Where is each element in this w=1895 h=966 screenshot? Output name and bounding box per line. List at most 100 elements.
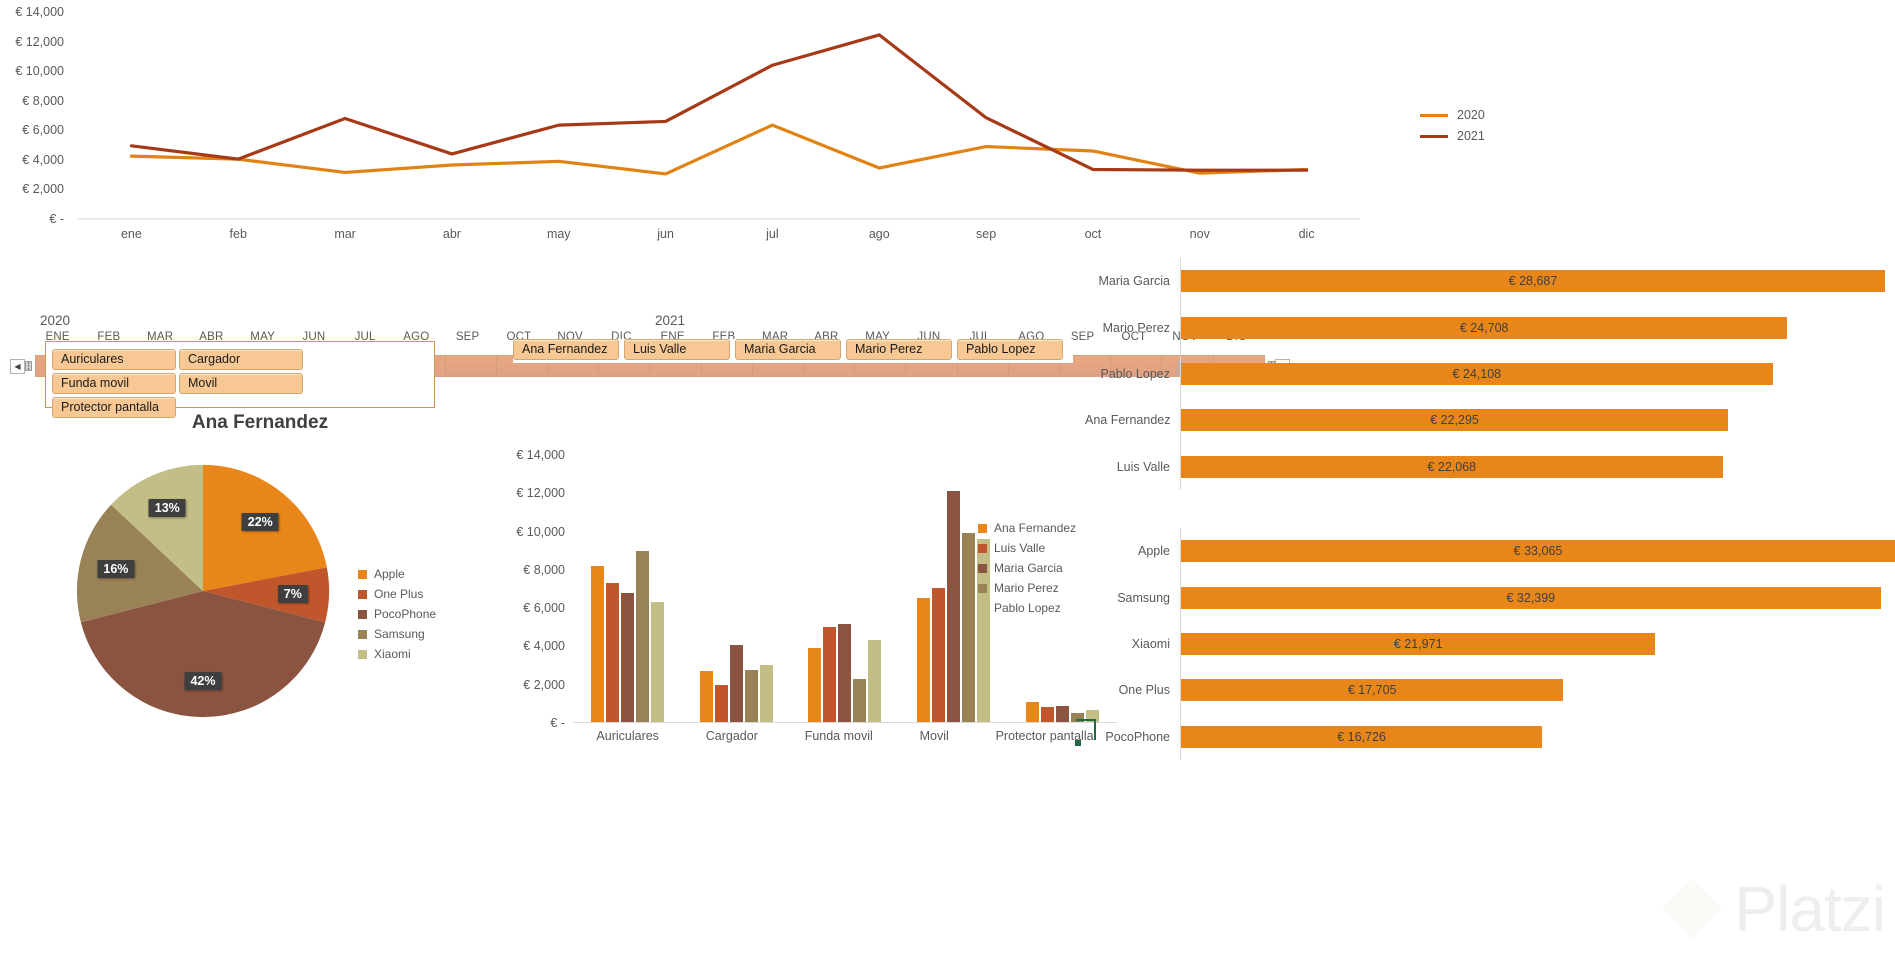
monthly-sales-line-chart[interactable]: € 14,000 € 12,000 € 10,000 € 8,000 € 6,000 € … bbox=[0, 0, 1360, 250]
column-bar[interactable] bbox=[1041, 707, 1055, 722]
line-chart-svg bbox=[78, 0, 1360, 220]
column-bar[interactable] bbox=[838, 624, 852, 722]
legend-swatch-icon bbox=[1420, 113, 1448, 117]
sales-by-person-category-label: Ana Fernandez bbox=[1085, 413, 1171, 428]
line-chart-x-tick: ene bbox=[120, 227, 142, 241]
column-bar[interactable] bbox=[1056, 706, 1070, 722]
brand-share-pie-chart[interactable]: Ana Fernandez 22% 7% 42% 16% 13% Apple One Pl… bbox=[40, 408, 480, 798]
column-legend-item[interactable]: Luis Valle bbox=[978, 538, 1076, 558]
sales-by-brand-bar[interactable]: € 17,705 bbox=[1181, 679, 1564, 702]
legend-swatch-icon bbox=[358, 609, 367, 619]
column-bar[interactable] bbox=[808, 647, 822, 722]
pie-legend-item[interactable]: Samsung bbox=[358, 624, 436, 644]
column-chart-x-label: Funda movil bbox=[804, 729, 873, 743]
timeline-left-handle[interactable] bbox=[25, 361, 32, 371]
sales-by-brand-bar[interactable]: € 33,065 bbox=[1181, 540, 1895, 563]
salesperson-slicer[interactable]: Ana Fernandez Luis Valle Maria Garcia Mario… bbox=[513, 339, 1073, 363]
line-chart-plot bbox=[78, 0, 1360, 250]
line-legend-item[interactable]: 2020 bbox=[1420, 105, 1485, 125]
timeline-month-label[interactable]: SEP bbox=[456, 331, 480, 343]
sales-by-person-category-label: Luis Valle bbox=[1116, 459, 1170, 474]
column-bar[interactable] bbox=[620, 593, 634, 722]
line-chart-x-tick: feb bbox=[229, 227, 247, 241]
salesperson-slicer-items: Ana Fernandez Luis Valle Maria Garcia Mario… bbox=[513, 339, 1073, 360]
line-chart-x-tick: sep bbox=[976, 227, 997, 241]
salesperson-slicer-item-mario-perez[interactable]: Mario Perez bbox=[846, 339, 952, 360]
sales-by-person-category-label: Maria Garcia bbox=[1098, 274, 1170, 289]
sales-by-person-row: Maria Garcia € 28,687 bbox=[1085, 258, 1885, 305]
sales-by-brand-bar-chart[interactable]: Apple € 33,065 Samsung € 32,399 Xiaomi € 21,9… bbox=[1085, 528, 1895, 760]
sales-by-person-track: € 22,295 bbox=[1180, 397, 1885, 444]
sales-by-person-bar[interactable]: € 24,708 bbox=[1181, 316, 1788, 339]
sales-by-person-bar[interactable]: € 24,108 bbox=[1181, 362, 1773, 385]
sales-by-brand-bar[interactable]: € 32,399 bbox=[1181, 586, 1881, 609]
sales-by-brand-row: Apple € 33,065 bbox=[1085, 528, 1895, 575]
salesperson-slicer-item-maria-garcia[interactable]: Maria Garcia bbox=[735, 339, 841, 360]
sales-by-person-bar[interactable]: € 28,687 bbox=[1181, 270, 1885, 293]
legend-label: Mario Perez bbox=[994, 581, 1059, 595]
product-slicer-item-cargador[interactable]: Cargador bbox=[179, 349, 303, 370]
sales-by-person-bar-chart[interactable]: Maria Garcia € 28,687 Mario Perez € 24,708 P… bbox=[1085, 258, 1885, 490]
column-chart-y-tick: € 4,000 bbox=[523, 639, 565, 654]
column-bar[interactable] bbox=[917, 597, 931, 722]
column-legend-item[interactable]: Pablo Lopez bbox=[978, 598, 1076, 618]
column-chart-y-tick: € 12,000 bbox=[516, 486, 565, 501]
pie-data-label: 16% bbox=[97, 559, 135, 578]
line-chart-x-tick: mar bbox=[334, 227, 356, 241]
column-bar[interactable] bbox=[868, 640, 882, 722]
salesperson-slicer-item-luis-valle[interactable]: Luis Valle bbox=[624, 339, 730, 360]
timeline-year-label: 2020 bbox=[40, 313, 71, 328]
sales-by-person-row: Luis Valle € 22,068 bbox=[1085, 443, 1885, 490]
column-bar[interactable] bbox=[932, 587, 946, 722]
column-bar[interactable] bbox=[744, 669, 758, 722]
sales-by-brand-track: € 21,971 bbox=[1180, 620, 1895, 668]
column-bar[interactable] bbox=[605, 583, 619, 722]
column-legend-item[interactable]: Ana Fernandez bbox=[978, 518, 1076, 538]
line-chart-x-tick: nov bbox=[1189, 227, 1210, 241]
salesperson-slicer-item-pablo-lopez[interactable]: Pablo Lopez bbox=[957, 339, 1063, 360]
timeline-prev-button[interactable]: ◀ bbox=[10, 358, 25, 374]
product-slicer[interactable]: Auriculares Cargador Funda movil Movil Prote… bbox=[45, 341, 435, 418]
line-legend-item[interactable]: 2021 bbox=[1420, 126, 1485, 146]
sales-by-person-bar[interactable]: € 22,068 bbox=[1181, 455, 1723, 478]
line-chart-y-tick: € 8,000 bbox=[22, 93, 64, 108]
legend-label: Apple bbox=[374, 567, 405, 581]
column-bar[interactable] bbox=[729, 645, 743, 722]
product-slicer-item-auriculares[interactable]: Auriculares bbox=[52, 349, 176, 370]
column-bar[interactable] bbox=[759, 665, 773, 722]
pie-legend-item[interactable]: Apple bbox=[358, 564, 436, 584]
sales-by-person-track: € 22,068 bbox=[1180, 443, 1885, 490]
column-bar[interactable] bbox=[699, 671, 713, 722]
product-slicer-item-movil[interactable]: Movil bbox=[179, 373, 303, 394]
column-chart-y-tick: € 8,000 bbox=[523, 562, 565, 577]
legend-swatch-icon bbox=[358, 569, 367, 579]
sales-by-brand-row: PocoPhone € 16,726 bbox=[1085, 713, 1895, 760]
line-chart-x-tick: abr bbox=[442, 227, 461, 241]
sales-by-person-bar[interactable]: € 22,295 bbox=[1181, 409, 1729, 432]
legend-swatch-icon bbox=[978, 523, 987, 533]
pie-legend-item[interactable]: PocoPhone bbox=[358, 604, 436, 624]
column-bar[interactable] bbox=[650, 602, 664, 722]
column-bar[interactable] bbox=[714, 684, 728, 722]
column-bar[interactable] bbox=[823, 626, 837, 722]
product-slicer-item-funda-movil[interactable]: Funda movil bbox=[52, 373, 176, 394]
column-bar[interactable] bbox=[1026, 701, 1040, 722]
column-bar[interactable] bbox=[635, 550, 649, 722]
sales-by-brand-track: € 33,065 bbox=[1180, 528, 1895, 575]
column-bar[interactable] bbox=[853, 678, 867, 722]
pie-legend-item[interactable]: Xiaomi bbox=[358, 644, 436, 664]
column-chart-y-tick: € 2,000 bbox=[523, 677, 565, 692]
sales-by-brand-bar[interactable]: € 21,971 bbox=[1181, 632, 1656, 655]
column-legend-item[interactable]: Maria Garcia bbox=[978, 558, 1076, 578]
sales-by-brand-bar[interactable]: € 16,726 bbox=[1181, 725, 1543, 748]
sales-by-person-rows: Maria Garcia € 28,687 Mario Perez € 24,708 P… bbox=[1085, 258, 1885, 490]
timeline-cell[interactable] bbox=[446, 356, 497, 376]
column-bar[interactable] bbox=[590, 566, 604, 722]
salesperson-slicer-item-ana-fernandez[interactable]: Ana Fernandez bbox=[513, 339, 619, 360]
column-bar[interactable] bbox=[962, 532, 976, 722]
column-legend-item[interactable]: Mario Perez bbox=[978, 578, 1076, 598]
pie-legend-item[interactable]: One Plus bbox=[358, 584, 436, 604]
pie-chart-legend: Apple One Plus PocoPhone Samsung Xiaomi bbox=[358, 564, 437, 664]
column-bar[interactable] bbox=[947, 491, 961, 722]
legend-swatch-icon bbox=[358, 589, 367, 599]
